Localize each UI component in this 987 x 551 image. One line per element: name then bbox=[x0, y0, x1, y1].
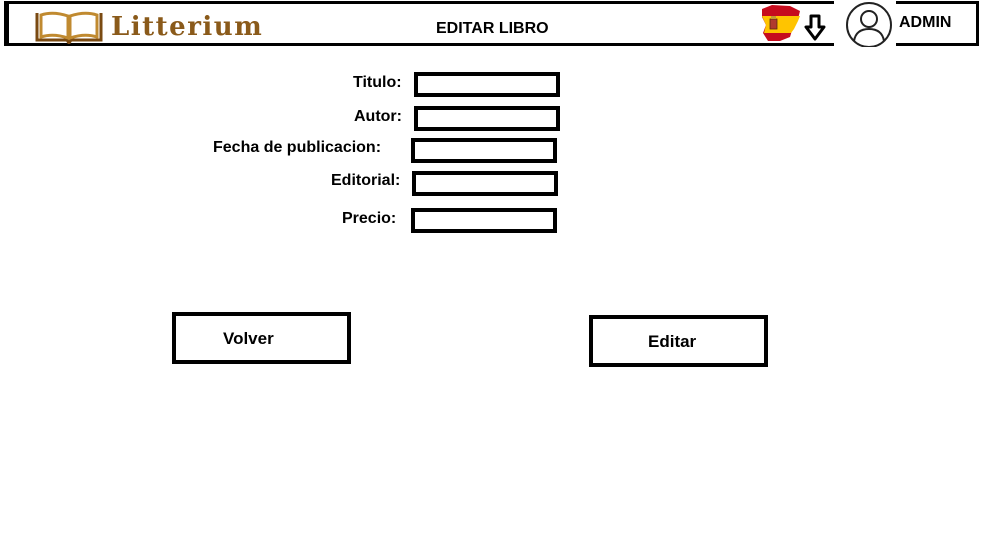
editorial-field[interactable] bbox=[412, 171, 558, 196]
down-arrow-icon[interactable] bbox=[804, 14, 826, 41]
editar-button[interactable]: Editar bbox=[589, 315, 768, 367]
fecha-publicacion-field[interactable] bbox=[411, 138, 557, 163]
brand-logo[interactable]: Litterium bbox=[33, 10, 263, 44]
editorial-label: Editorial: bbox=[331, 172, 401, 189]
titulo-field[interactable] bbox=[414, 72, 560, 97]
autor-label: Autor: bbox=[354, 108, 402, 125]
open-book-icon bbox=[35, 11, 103, 44]
precio-input[interactable] bbox=[415, 212, 553, 229]
fecha-publicacion-input[interactable] bbox=[415, 142, 553, 159]
precio-label: Precio: bbox=[342, 210, 397, 227]
page-title: EDITAR LIBRO bbox=[436, 20, 549, 37]
user-role-label: ADMIN bbox=[899, 14, 952, 31]
brand-name: Litterium bbox=[111, 12, 264, 42]
volver-button-label: Volver bbox=[223, 329, 274, 348]
autor-field[interactable] bbox=[414, 106, 560, 131]
volver-button[interactable]: Volver bbox=[172, 312, 351, 364]
precio-field[interactable] bbox=[411, 208, 557, 233]
autor-input[interactable] bbox=[418, 110, 556, 127]
editar-button-label: Editar bbox=[648, 332, 697, 351]
user-avatar-icon bbox=[846, 2, 892, 48]
fecha-publicacion-label: Fecha de publicacion: bbox=[213, 139, 382, 156]
spain-flag-icon[interactable] bbox=[760, 3, 804, 45]
editorial-input[interactable] bbox=[416, 175, 554, 192]
titulo-input[interactable] bbox=[418, 76, 556, 93]
titulo-label: Titulo: bbox=[353, 74, 402, 91]
user-avatar[interactable] bbox=[834, 0, 896, 48]
app-header: Litterium EDITAR LIBRO bbox=[4, 1, 979, 46]
